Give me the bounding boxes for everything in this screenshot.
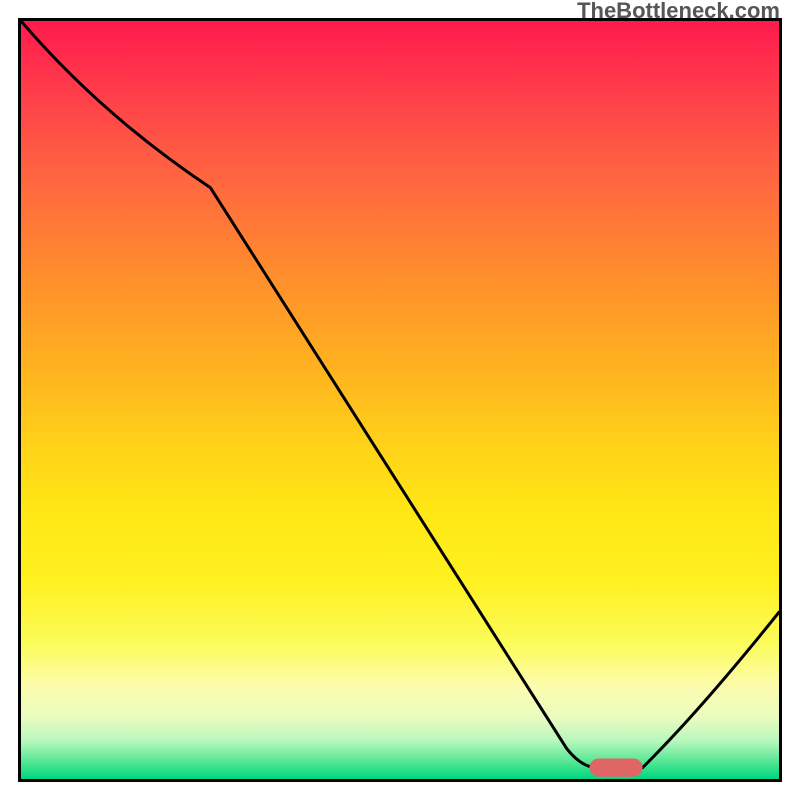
curve-path [21,21,779,768]
highlight-pill [590,759,643,777]
chart-container: TheBottleneck.com [0,0,800,800]
curve-layer [21,21,779,779]
plot-area [18,18,782,782]
